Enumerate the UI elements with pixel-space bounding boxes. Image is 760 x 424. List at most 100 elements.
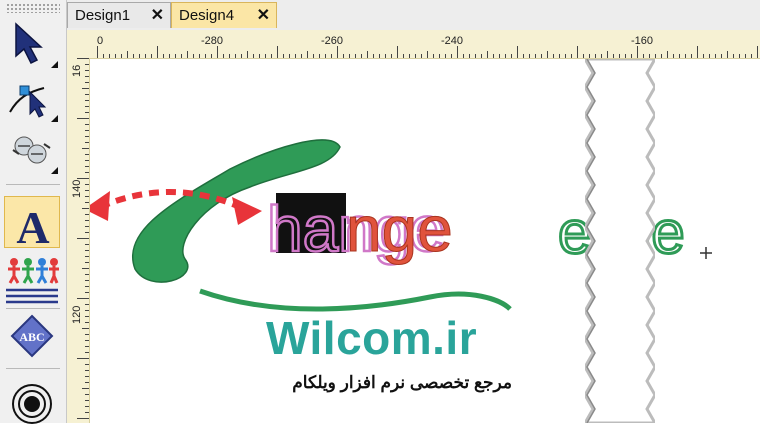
ruler-tick (82, 148, 89, 149)
ruler-label: -280 (201, 35, 224, 47)
ruler-tick (649, 54, 650, 58)
ruler-tick (163, 54, 164, 58)
tab-design1[interactable]: Design1 ✕ (67, 2, 171, 28)
ruler-tick (391, 54, 392, 58)
ruler-tick (421, 54, 422, 58)
toolbar-separator (6, 368, 60, 369)
ruler-tick (661, 54, 662, 58)
ruler-tick (85, 94, 89, 95)
ruler-tick (77, 418, 89, 419)
ruler-tick (595, 54, 596, 58)
ruler-tick (469, 54, 470, 58)
svg-text:A: A (16, 202, 49, 249)
ruler-tick (82, 328, 89, 329)
ruler-tick (415, 54, 416, 58)
ruler-tick (169, 54, 170, 58)
reshape-object-tool[interactable] (4, 72, 60, 124)
ruler-tick (427, 51, 428, 58)
ruler-tick (145, 54, 146, 58)
ruler-tick (349, 54, 350, 58)
ruler-tick (229, 54, 230, 58)
ruler-tick (433, 54, 434, 58)
close-icon[interactable]: ✕ (151, 3, 164, 28)
ruler-tick (85, 76, 89, 77)
ruler-tick (271, 54, 272, 58)
ruler-tick (77, 178, 89, 179)
ruler-tick (121, 54, 122, 58)
ruler-tick (85, 256, 89, 257)
svg-text:ABC: ABC (19, 330, 44, 344)
ruler-tick (697, 46, 698, 58)
ruler-tick (85, 142, 89, 143)
ruler-tick (85, 106, 89, 107)
ruler-tick (577, 46, 578, 58)
ruler-tick (295, 54, 296, 58)
lettering-tool[interactable]: A (4, 196, 60, 249)
ruler-tick (703, 54, 704, 58)
ruler-tick (637, 46, 638, 58)
ruler-tick (85, 280, 89, 281)
ruler-tick (403, 54, 404, 58)
toolbar-separator (6, 308, 60, 309)
ruler-tick (139, 54, 140, 58)
ruler-tick (553, 54, 554, 58)
ruler-tick (493, 54, 494, 58)
ruler-tick (199, 54, 200, 58)
ruler-tick (589, 54, 590, 58)
ruler-tick (181, 54, 182, 58)
ruler-tick (85, 352, 89, 353)
ruler-tick (319, 54, 320, 58)
ruler-tick (85, 244, 89, 245)
ruler-tick (85, 322, 89, 323)
flyout-indicator-icon (51, 61, 58, 68)
ruler-tick (445, 54, 446, 58)
design-canvas[interactable]: hange nge eline Wilcom.ir مرجع تخصصی نرم… (90, 59, 760, 423)
ruler-tick (85, 160, 89, 161)
toolbar-separator (6, 184, 60, 185)
ruler-tick (583, 54, 584, 58)
ruler-tick (85, 154, 89, 155)
ruler-tick (643, 54, 644, 58)
ruler-tick (757, 46, 758, 58)
close-icon[interactable]: ✕ (257, 3, 270, 28)
appliqué-tool[interactable] (4, 372, 60, 424)
ruler-tick (655, 54, 656, 58)
ruler-tick (85, 304, 89, 305)
torn-page-gap (585, 59, 655, 423)
flyout-indicator-icon (51, 115, 58, 122)
ruler-tick (133, 54, 134, 58)
ruler-tick (685, 54, 686, 58)
monogram-tool[interactable]: ABC (4, 312, 60, 364)
arrow-head-right (232, 197, 262, 225)
ruler-tick (85, 340, 89, 341)
ruler-tick (601, 54, 602, 58)
ruler-label: -240 (441, 35, 464, 47)
ruler-tick (85, 274, 89, 275)
ruler-tick (211, 54, 212, 58)
ruler-tick (82, 268, 89, 269)
ruler-tick (85, 100, 89, 101)
applique-target-icon (12, 384, 52, 424)
ruler-tick (499, 54, 500, 58)
team-names-tool[interactable] (4, 252, 60, 304)
stitch-edit-tool[interactable] (4, 124, 60, 176)
ruler-tick (409, 54, 410, 58)
ruler-tick (277, 46, 278, 58)
embroidery-artwork: hange nge eline (90, 139, 712, 312)
ruler-tick (151, 54, 152, 58)
ruler-tick (715, 54, 716, 58)
ruler-tick (85, 130, 89, 131)
tab-design4[interactable]: Design4 ✕ (171, 2, 277, 28)
ruler-tick (85, 382, 89, 383)
select-object-tool[interactable] (4, 18, 60, 70)
lettering-icon: A (16, 202, 49, 249)
ruler-tick (85, 112, 89, 113)
toolbar-grip[interactable] (6, 3, 60, 13)
watermark-tagline: مرجع تخصصی نرم افزار ویلکام (292, 373, 512, 392)
ruler-tick (463, 54, 464, 58)
ruler-tick (709, 54, 710, 58)
ruler-tick (727, 51, 728, 58)
ruler-tick (85, 292, 89, 293)
ruler-tick (559, 54, 560, 58)
ruler-tick (235, 54, 236, 58)
